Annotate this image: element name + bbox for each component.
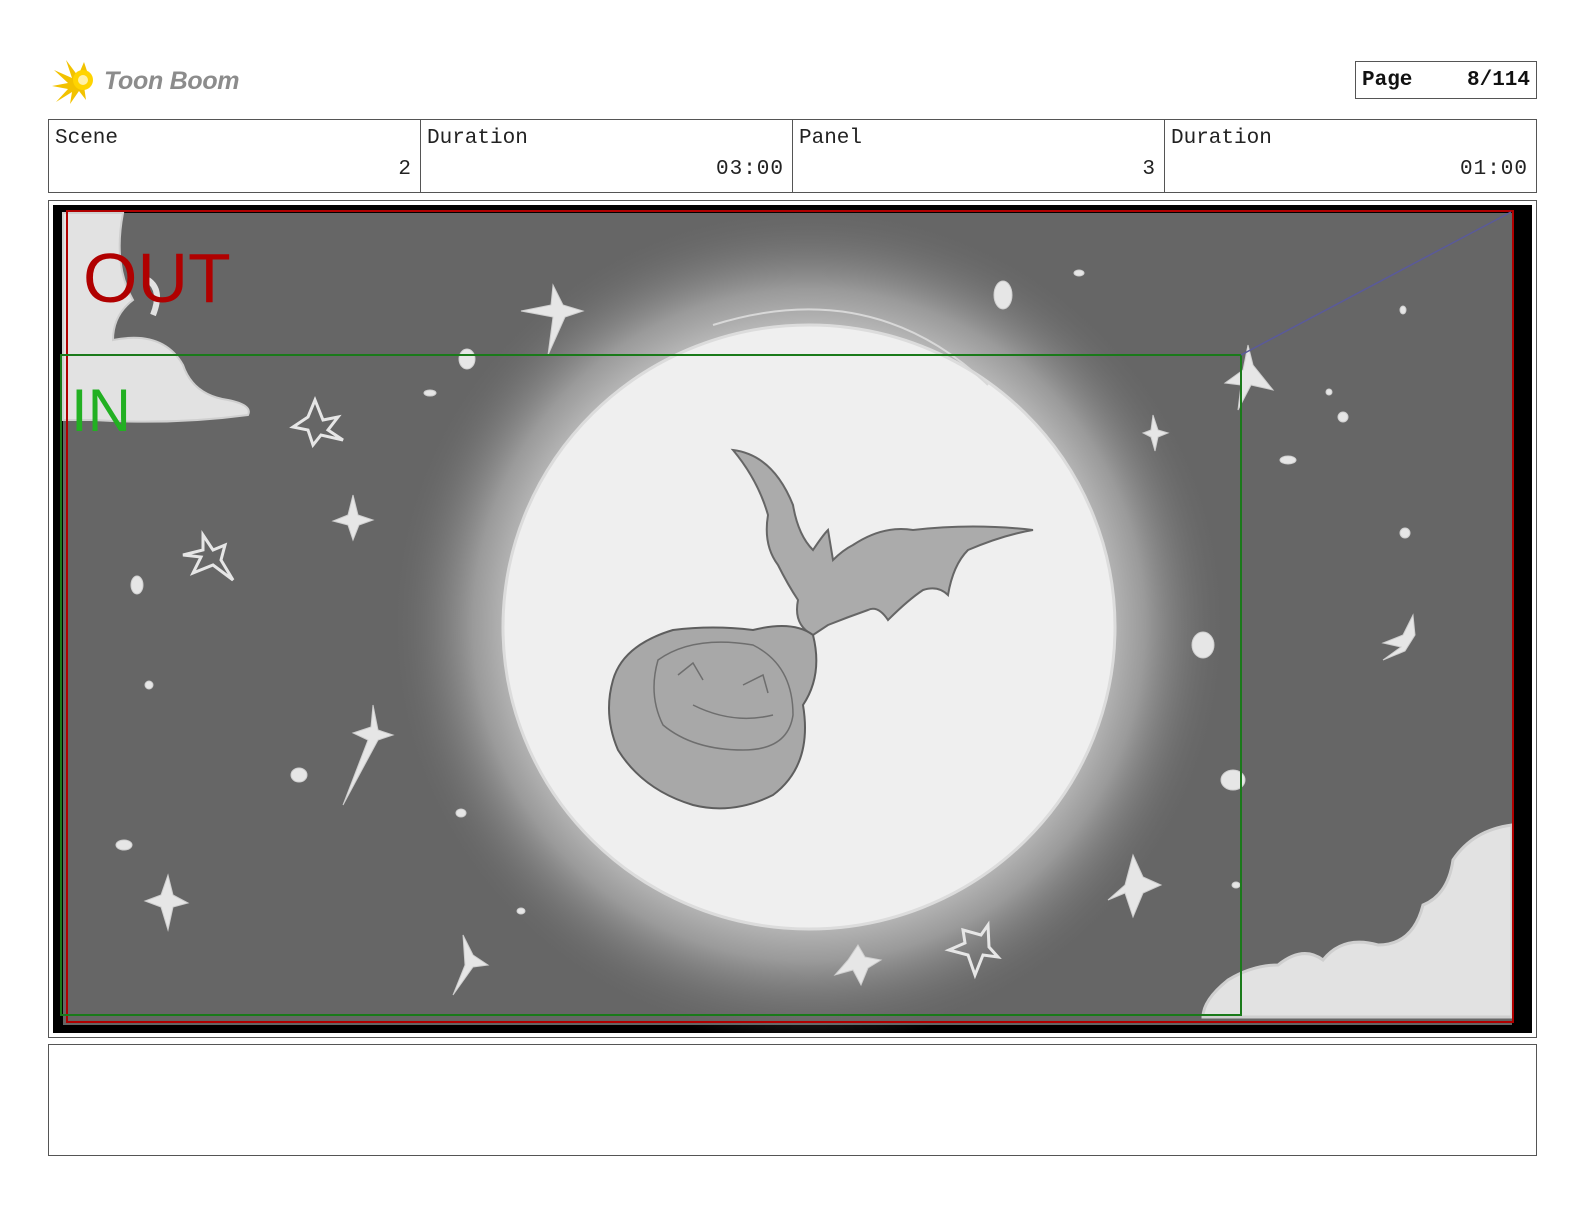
caption-box (48, 1044, 1537, 1156)
page-number: 8/114 (1466, 68, 1530, 92)
panel-duration-cell: Duration 01:00 (1165, 120, 1536, 192)
toon-boom-logo: Toon Boom (50, 56, 240, 106)
star-dot-16 (1231, 881, 1241, 889)
star-dot-14 (1399, 305, 1407, 315)
panel-drawing: OUT IN (60, 205, 1514, 1033)
scene-duration-label: Duration (427, 127, 528, 150)
star-dot-3 (1191, 631, 1215, 659)
scene-value: 2 (398, 158, 412, 181)
logo-text: Toon Boom (104, 66, 240, 95)
panel-duration-label: Duration (1171, 127, 1272, 150)
panel-duration-value: 01:00 (1459, 158, 1528, 181)
panel-value: 3 (1142, 158, 1156, 181)
out-label: OUT (83, 239, 231, 317)
star-dot-17 (423, 389, 437, 397)
star-dot-13 (1073, 269, 1085, 277)
panel-cell: Panel 3 (793, 120, 1165, 192)
star-dot-7 (115, 839, 133, 851)
scene-label: Scene (55, 127, 119, 150)
panel-artwork: OUT IN (53, 205, 1532, 1033)
star-dot-2 (993, 280, 1013, 310)
star-dot-11 (144, 680, 154, 690)
storyboard-panel: OUT IN (48, 200, 1537, 1038)
scene-info-bar: Scene 2 Duration 03:00 Panel 3 Duration … (48, 119, 1537, 193)
star-dot-8 (1279, 455, 1297, 465)
panel-label: Panel (799, 127, 863, 150)
starburst-icon (52, 60, 93, 104)
page-label: Page (1362, 68, 1413, 92)
star-dot-15 (516, 907, 526, 915)
star-dot-1 (458, 348, 476, 370)
star-dot-9 (1337, 411, 1349, 423)
in-label: IN (71, 377, 131, 444)
page-indicator: Page 8/114 (1355, 61, 1537, 99)
scene-duration-cell: Duration 03:00 (421, 120, 793, 192)
scene-cell: Scene 2 (49, 120, 421, 192)
scene-duration-value: 03:00 (715, 158, 784, 181)
star-dot-5 (130, 575, 144, 595)
star-dot-10 (1399, 527, 1411, 539)
star-dot-18 (1325, 388, 1333, 396)
star-dot-6 (290, 767, 308, 783)
star-dot-12 (455, 808, 467, 818)
